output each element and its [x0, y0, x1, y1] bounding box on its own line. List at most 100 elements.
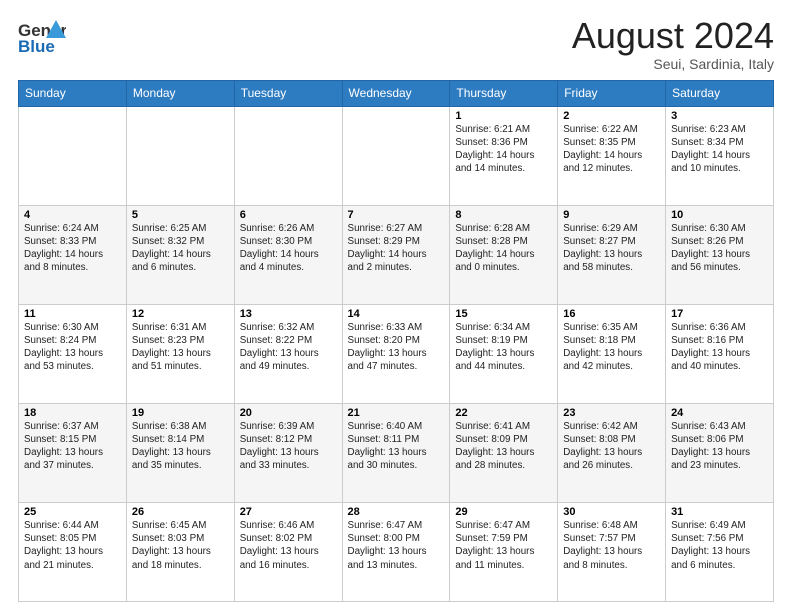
table-row: 28Sunrise: 6:47 AM Sunset: 8:00 PM Dayli…	[342, 502, 450, 601]
col-friday: Friday	[558, 80, 666, 106]
day-info: Sunrise: 6:36 AM Sunset: 8:16 PM Dayligh…	[671, 321, 768, 374]
day-info: Sunrise: 6:27 AM Sunset: 8:29 PM Dayligh…	[348, 222, 445, 275]
table-row: 20Sunrise: 6:39 AM Sunset: 8:12 PM Dayli…	[234, 403, 342, 502]
col-monday: Monday	[126, 80, 234, 106]
table-row: 7Sunrise: 6:27 AM Sunset: 8:29 PM Daylig…	[342, 205, 450, 304]
day-info: Sunrise: 6:48 AM Sunset: 7:57 PM Dayligh…	[563, 519, 660, 572]
day-number: 9	[563, 209, 660, 221]
logo: General Blue	[18, 16, 66, 58]
day-number: 2	[563, 110, 660, 122]
table-row: 10Sunrise: 6:30 AM Sunset: 8:26 PM Dayli…	[666, 205, 774, 304]
table-row: 18Sunrise: 6:37 AM Sunset: 8:15 PM Dayli…	[19, 403, 127, 502]
day-number: 7	[348, 209, 445, 221]
day-number: 8	[455, 209, 552, 221]
table-row: 14Sunrise: 6:33 AM Sunset: 8:20 PM Dayli…	[342, 304, 450, 403]
day-info: Sunrise: 6:47 AM Sunset: 7:59 PM Dayligh…	[455, 519, 552, 572]
day-info: Sunrise: 6:23 AM Sunset: 8:34 PM Dayligh…	[671, 123, 768, 176]
table-row: 29Sunrise: 6:47 AM Sunset: 7:59 PM Dayli…	[450, 502, 558, 601]
header: General Blue August 2024 Seui, Sardinia,…	[18, 16, 774, 72]
title-block: August 2024 Seui, Sardinia, Italy	[572, 16, 774, 72]
col-sunday: Sunday	[19, 80, 127, 106]
day-info: Sunrise: 6:46 AM Sunset: 8:02 PM Dayligh…	[240, 519, 337, 572]
day-info: Sunrise: 6:38 AM Sunset: 8:14 PM Dayligh…	[132, 420, 229, 473]
svg-text:Blue: Blue	[18, 37, 55, 56]
col-thursday: Thursday	[450, 80, 558, 106]
table-row: 19Sunrise: 6:38 AM Sunset: 8:14 PM Dayli…	[126, 403, 234, 502]
day-info: Sunrise: 6:37 AM Sunset: 8:15 PM Dayligh…	[24, 420, 121, 473]
col-saturday: Saturday	[666, 80, 774, 106]
day-info: Sunrise: 6:28 AM Sunset: 8:28 PM Dayligh…	[455, 222, 552, 275]
calendar-week-row: 1Sunrise: 6:21 AM Sunset: 8:36 PM Daylig…	[19, 106, 774, 205]
table-row	[126, 106, 234, 205]
day-number: 14	[348, 308, 445, 320]
calendar-week-row: 4Sunrise: 6:24 AM Sunset: 8:33 PM Daylig…	[19, 205, 774, 304]
calendar-table: Sunday Monday Tuesday Wednesday Thursday…	[18, 80, 774, 602]
day-number: 28	[348, 506, 445, 518]
table-row: 30Sunrise: 6:48 AM Sunset: 7:57 PM Dayli…	[558, 502, 666, 601]
day-info: Sunrise: 6:35 AM Sunset: 8:18 PM Dayligh…	[563, 321, 660, 374]
col-tuesday: Tuesday	[234, 80, 342, 106]
table-row: 17Sunrise: 6:36 AM Sunset: 8:16 PM Dayli…	[666, 304, 774, 403]
month-year: August 2024	[572, 16, 774, 56]
day-info: Sunrise: 6:49 AM Sunset: 7:56 PM Dayligh…	[671, 519, 768, 572]
table-row: 22Sunrise: 6:41 AM Sunset: 8:09 PM Dayli…	[450, 403, 558, 502]
day-number: 3	[671, 110, 768, 122]
table-row: 24Sunrise: 6:43 AM Sunset: 8:06 PM Dayli…	[666, 403, 774, 502]
table-row: 1Sunrise: 6:21 AM Sunset: 8:36 PM Daylig…	[450, 106, 558, 205]
day-info: Sunrise: 6:25 AM Sunset: 8:32 PM Dayligh…	[132, 222, 229, 275]
day-number: 20	[240, 407, 337, 419]
day-number: 17	[671, 308, 768, 320]
table-row: 8Sunrise: 6:28 AM Sunset: 8:28 PM Daylig…	[450, 205, 558, 304]
day-number: 5	[132, 209, 229, 221]
table-row: 13Sunrise: 6:32 AM Sunset: 8:22 PM Dayli…	[234, 304, 342, 403]
day-info: Sunrise: 6:30 AM Sunset: 8:26 PM Dayligh…	[671, 222, 768, 275]
day-number: 18	[24, 407, 121, 419]
table-row	[19, 106, 127, 205]
day-number: 26	[132, 506, 229, 518]
day-number: 22	[455, 407, 552, 419]
table-row: 11Sunrise: 6:30 AM Sunset: 8:24 PM Dayli…	[19, 304, 127, 403]
day-info: Sunrise: 6:34 AM Sunset: 8:19 PM Dayligh…	[455, 321, 552, 374]
table-row: 26Sunrise: 6:45 AM Sunset: 8:03 PM Dayli…	[126, 502, 234, 601]
day-info: Sunrise: 6:31 AM Sunset: 8:23 PM Dayligh…	[132, 321, 229, 374]
logo-icon: General Blue	[18, 16, 66, 58]
day-info: Sunrise: 6:21 AM Sunset: 8:36 PM Dayligh…	[455, 123, 552, 176]
day-info: Sunrise: 6:44 AM Sunset: 8:05 PM Dayligh…	[24, 519, 121, 572]
day-info: Sunrise: 6:40 AM Sunset: 8:11 PM Dayligh…	[348, 420, 445, 473]
day-info: Sunrise: 6:42 AM Sunset: 8:08 PM Dayligh…	[563, 420, 660, 473]
table-row: 2Sunrise: 6:22 AM Sunset: 8:35 PM Daylig…	[558, 106, 666, 205]
location: Seui, Sardinia, Italy	[572, 56, 774, 72]
table-row: 12Sunrise: 6:31 AM Sunset: 8:23 PM Dayli…	[126, 304, 234, 403]
table-row: 9Sunrise: 6:29 AM Sunset: 8:27 PM Daylig…	[558, 205, 666, 304]
table-row: 3Sunrise: 6:23 AM Sunset: 8:34 PM Daylig…	[666, 106, 774, 205]
day-number: 13	[240, 308, 337, 320]
day-info: Sunrise: 6:43 AM Sunset: 8:06 PM Dayligh…	[671, 420, 768, 473]
day-info: Sunrise: 6:33 AM Sunset: 8:20 PM Dayligh…	[348, 321, 445, 374]
table-row: 16Sunrise: 6:35 AM Sunset: 8:18 PM Dayli…	[558, 304, 666, 403]
calendar-week-row: 11Sunrise: 6:30 AM Sunset: 8:24 PM Dayli…	[19, 304, 774, 403]
day-number: 15	[455, 308, 552, 320]
table-row: 21Sunrise: 6:40 AM Sunset: 8:11 PM Dayli…	[342, 403, 450, 502]
day-number: 6	[240, 209, 337, 221]
table-row	[342, 106, 450, 205]
day-info: Sunrise: 6:41 AM Sunset: 8:09 PM Dayligh…	[455, 420, 552, 473]
calendar-week-row: 18Sunrise: 6:37 AM Sunset: 8:15 PM Dayli…	[19, 403, 774, 502]
day-number: 16	[563, 308, 660, 320]
day-info: Sunrise: 6:39 AM Sunset: 8:12 PM Dayligh…	[240, 420, 337, 473]
day-info: Sunrise: 6:24 AM Sunset: 8:33 PM Dayligh…	[24, 222, 121, 275]
day-info: Sunrise: 6:26 AM Sunset: 8:30 PM Dayligh…	[240, 222, 337, 275]
table-row: 23Sunrise: 6:42 AM Sunset: 8:08 PM Dayli…	[558, 403, 666, 502]
day-number: 10	[671, 209, 768, 221]
day-info: Sunrise: 6:45 AM Sunset: 8:03 PM Dayligh…	[132, 519, 229, 572]
day-info: Sunrise: 6:29 AM Sunset: 8:27 PM Dayligh…	[563, 222, 660, 275]
table-row: 27Sunrise: 6:46 AM Sunset: 8:02 PM Dayli…	[234, 502, 342, 601]
day-number: 19	[132, 407, 229, 419]
day-number: 11	[24, 308, 121, 320]
day-number: 21	[348, 407, 445, 419]
table-row: 31Sunrise: 6:49 AM Sunset: 7:56 PM Dayli…	[666, 502, 774, 601]
day-number: 1	[455, 110, 552, 122]
day-info: Sunrise: 6:32 AM Sunset: 8:22 PM Dayligh…	[240, 321, 337, 374]
day-number: 24	[671, 407, 768, 419]
calendar-week-row: 25Sunrise: 6:44 AM Sunset: 8:05 PM Dayli…	[19, 502, 774, 601]
day-number: 29	[455, 506, 552, 518]
